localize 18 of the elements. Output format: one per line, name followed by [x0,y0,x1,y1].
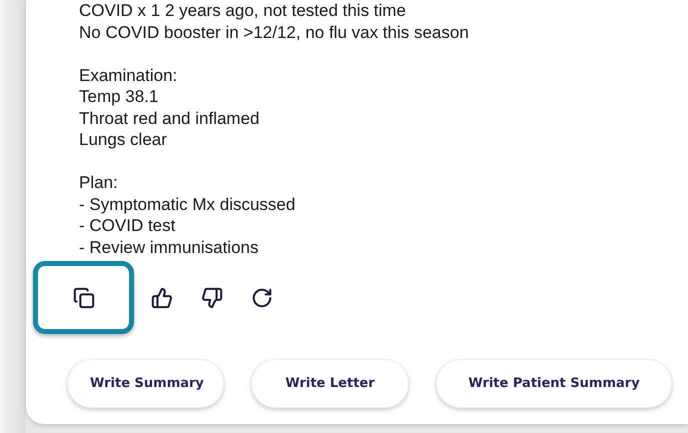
copy-icon [72,286,94,308]
note-line: COVID x 1 2 years ago, not tested this time [79,0,407,22]
note-line: - Symptomatic Mx discussed [79,194,296,215]
note-line: Throat red and inflamed [79,108,260,129]
note-line: Lungs clear [79,129,168,150]
note-line: Plan: [79,172,119,194]
copy-button[interactable] [33,261,134,334]
note-line: Examination: [79,64,178,86]
note-line: No COVID booster in >12/12, no flu vax this season [79,22,470,43]
refresh-icon [251,286,273,308]
note-line: - Review immunisations [79,236,260,258]
note-line: - COVID test [79,215,176,236]
thumbs-up-icon [151,286,173,308]
write-button[interactable]: Write Patient Summary [436,359,672,408]
note-line: Temp 38.1 [79,86,160,108]
write-button[interactable]: Write Letter [251,359,409,408]
thumbs-down-icon [201,286,223,308]
write-button[interactable]: Write Summary [67,359,224,408]
